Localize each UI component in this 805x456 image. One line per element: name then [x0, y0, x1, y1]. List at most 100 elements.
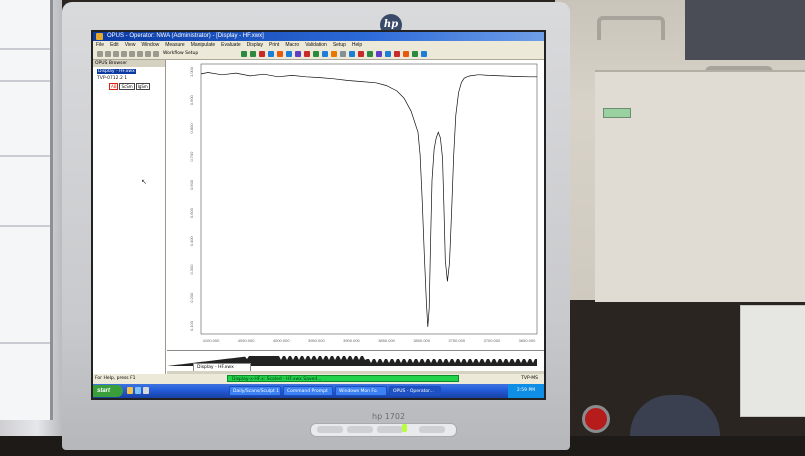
document-tab[interactable]: Display - HF.xwx	[193, 363, 251, 371]
desktop-icon[interactable]	[143, 387, 149, 394]
menu-item-file[interactable]: File	[96, 42, 104, 48]
y-tick-label: 1.000	[189, 66, 194, 77]
y-tick-label: 0.700	[189, 151, 194, 162]
taskbar-item[interactable]: Command Prompt	[283, 386, 333, 396]
monitor-button[interactable]	[377, 426, 403, 433]
block-tag[interactable]: AB	[109, 83, 119, 90]
toolbar-button-icon[interactable]	[286, 51, 292, 57]
monitor-button[interactable]	[419, 426, 445, 433]
toolbar-button-icon[interactable]	[421, 51, 427, 57]
workflow-label[interactable]: Workflow Setup	[163, 50, 198, 58]
overview-strip[interactable]	[167, 350, 544, 366]
toolbar-button-icon[interactable]	[153, 51, 159, 57]
taskbar-item[interactable]: Windows Mon Fo.	[335, 386, 387, 396]
start-button[interactable]: start	[93, 385, 123, 397]
plot-axes	[200, 63, 538, 335]
spectrum-plot[interactable]: 1.000 0.900 0.800 0.700 0.600 0.500 0.400 0.300…	[167, 60, 544, 350]
menu-item-macro[interactable]: Macro	[285, 42, 299, 48]
status-help: For Help, press F1	[95, 376, 136, 381]
mouse-cursor-icon: ↖	[141, 178, 147, 186]
y-tick-label: 0.900	[189, 94, 194, 105]
toolbar-button-icon[interactable]	[376, 51, 382, 57]
adjacent-monitor-screen	[0, 0, 53, 420]
y-tick-label: 0.200	[189, 292, 194, 303]
spectrometer-instrument	[555, 0, 805, 302]
toolbar-button-icon[interactable]	[394, 51, 400, 57]
monitor-button[interactable]	[317, 426, 343, 433]
toolbar-button-icon[interactable]	[105, 51, 111, 57]
spectrum-line	[200, 72, 537, 327]
taskbar-item[interactable]: OPUS - Operator...	[389, 386, 441, 396]
menu-item-validation[interactable]: Validation	[305, 42, 327, 48]
toolbar-button-icon[interactable]	[367, 51, 373, 57]
menu-item-edit[interactable]: Edit	[110, 42, 119, 48]
toolbar-button-icon[interactable]	[304, 51, 310, 57]
toolbar-button-icon[interactable]	[349, 51, 355, 57]
browser-header: OPUS Browser	[93, 60, 165, 67]
menu-bar: File Edit View Window Measure Manipulate Evalu…	[93, 41, 544, 49]
browser-icon[interactable]	[135, 387, 141, 394]
toolbar-button-icon[interactable]	[322, 51, 328, 57]
menu-item-window[interactable]: Window	[141, 42, 159, 48]
menu-item-manipulate[interactable]: Manipulate	[191, 42, 215, 48]
x-tick-label: 3950.000	[308, 338, 325, 343]
toolbar-button-icon[interactable]	[121, 51, 127, 57]
menu-item-measure[interactable]: Measure	[165, 42, 184, 48]
browser-item[interactable]: Display - HF.xwx	[97, 69, 136, 75]
toolbar-button-icon[interactable]	[412, 51, 418, 57]
y-tick-label: 0.300	[189, 264, 194, 275]
taskbar-item[interactable]: Daily/Scans/Sculpt 1	[229, 386, 281, 396]
toolbar-button-icon[interactable]	[340, 51, 346, 57]
x-tick-label: 4100.000	[203, 338, 220, 343]
toolbar-button-icon[interactable]	[403, 51, 409, 57]
toolbar-button-icon[interactable]	[268, 51, 274, 57]
menu-item-evaluate[interactable]: Evaluate	[221, 42, 240, 48]
toolbar-button-icon[interactable]	[313, 51, 319, 57]
y-tick-label: 0.100	[189, 320, 194, 331]
status-message: Display-x-HF.x: Scaled - HF.xwx Saved...	[227, 375, 459, 382]
power-led-icon	[402, 424, 407, 432]
toolbar-button-icon[interactable]	[331, 51, 337, 57]
browser-item[interactable]: TVP-0712.2 1	[97, 76, 127, 82]
toolbar-button-icon[interactable]	[97, 51, 103, 57]
divider	[0, 155, 50, 157]
photo-scene: hp hp 1702 OPUS - Operator: NWA (Adminis…	[0, 0, 805, 456]
x-tick-label: 3900.000	[343, 338, 360, 343]
window-controls	[518, 33, 542, 48]
menu-item-display[interactable]: Display	[247, 42, 263, 48]
y-tick-label: 0.400	[189, 236, 194, 247]
toolbar-button-icon[interactable]	[385, 51, 391, 57]
window-title-bar[interactable]: OPUS - Operator: NWA (Administrator) - […	[93, 32, 544, 48]
menu-item-print[interactable]: Print	[269, 42, 279, 48]
instrument-label	[603, 108, 631, 118]
divider	[0, 225, 50, 227]
monitor-controls[interactable]	[310, 423, 457, 437]
monitor-button[interactable]	[347, 426, 373, 433]
instrument-handle	[597, 16, 665, 40]
toolbar-button-icon[interactable]	[358, 51, 364, 57]
folder-icon[interactable]	[127, 387, 133, 394]
instrument-window	[685, 0, 805, 60]
toolbar-button-icon[interactable]	[277, 51, 283, 57]
menu-item-view[interactable]: View	[125, 42, 136, 48]
toolbar-button-icon[interactable]	[250, 51, 256, 57]
x-tick-label: 3650.000	[519, 338, 536, 343]
x-tick-label: 3850.000	[378, 338, 395, 343]
block-tag[interactable]: IgSm	[135, 83, 150, 90]
toolbar-button-icon[interactable]	[259, 51, 265, 57]
toolbar-button-icon[interactable]	[241, 51, 247, 57]
menu-item-help[interactable]: Help	[352, 42, 362, 48]
opus-browser-pane: OPUS Browser Display - HF.xwx TVP-0712.2…	[93, 60, 166, 374]
spectrum-blocks: AB ScSm IgSm	[109, 83, 151, 90]
toolbar-button-icon[interactable]	[145, 51, 151, 57]
toolbar-button-icon[interactable]	[295, 51, 301, 57]
toolbar-button-icon[interactable]	[113, 51, 119, 57]
power-button[interactable]	[582, 405, 610, 433]
toolbar: Workflow Setup	[93, 49, 544, 60]
toolbar-button-icon[interactable]	[137, 51, 143, 57]
toolbar-button-icon[interactable]	[129, 51, 135, 57]
menu-item-setup[interactable]: Setup	[333, 42, 346, 48]
x-tick-label: 4050.000	[238, 338, 255, 343]
block-tag[interactable]: ScSm	[119, 83, 135, 90]
system-clock[interactable]: 2:59 PM	[508, 384, 544, 398]
